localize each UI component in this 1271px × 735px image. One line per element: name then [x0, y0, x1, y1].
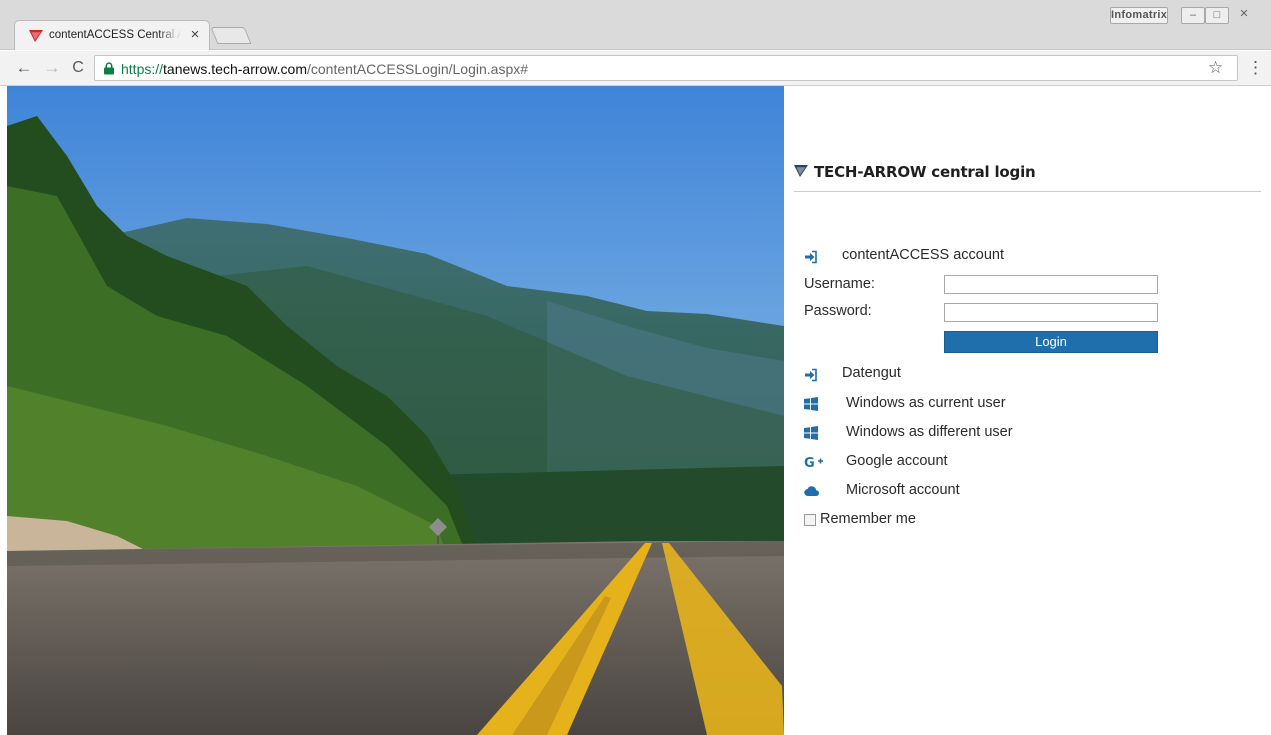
tech-arrow-logo-icon — [29, 30, 43, 42]
hero-landscape-image — [7, 86, 784, 735]
browser-titlebar: contentACCESS Central Administration × I… — [0, 0, 1271, 50]
url-text[interactable]: https://tanews.tech-arrow.com/contentACC… — [121, 61, 528, 77]
bookmark-star-icon[interactable]: ☆ — [1208, 58, 1223, 78]
login-button[interactable]: Login — [944, 331, 1158, 353]
password-input[interactable] — [944, 303, 1158, 322]
browser-menu-icon[interactable]: ⋮ — [1247, 58, 1264, 78]
url-protocol: https:// — [121, 61, 164, 77]
google-plus-icon: G — [804, 456, 823, 469]
maximize-icon[interactable]: □ — [1205, 7, 1229, 24]
cloud-icon — [804, 486, 820, 497]
microsoft-account-link[interactable]: Microsoft account — [846, 482, 960, 498]
windows-icon — [804, 397, 818, 411]
profile-badge[interactable]: Infomatrix — [1110, 7, 1168, 24]
new-tab-button[interactable] — [210, 27, 252, 44]
forward-arrow-icon[interactable]: → — [42, 58, 62, 78]
tab-title: contentACCESS Central Administration — [49, 29, 181, 41]
login-panel: TECH-ARROW central login contentACCESS a… — [784, 86, 1271, 735]
windows-current-user-link[interactable]: Windows as current user — [846, 395, 1006, 411]
page-content: TECH-ARROW central login contentACCESS a… — [0, 86, 1271, 735]
tech-arrow-logo-icon — [794, 165, 808, 177]
minimize-icon[interactable]: – — [1181, 7, 1205, 24]
remember-me-label[interactable]: Remember me — [820, 511, 916, 527]
windows-icon — [804, 426, 818, 440]
datengut-login-link[interactable]: Datengut — [842, 365, 901, 381]
back-arrow-icon[interactable]: ← — [14, 58, 34, 78]
lock-icon — [104, 62, 114, 75]
svg-text:G: G — [804, 456, 815, 469]
reload-icon[interactable]: C — [68, 58, 88, 78]
address-bar[interactable]: https://tanews.tech-arrow.com/contentACC… — [94, 55, 1238, 81]
login-title: TECH-ARROW central login — [814, 163, 1036, 181]
username-label: Username: — [804, 276, 875, 292]
contentaccess-account-label: contentACCESS account — [842, 247, 1005, 263]
password-label: Password: — [804, 303, 872, 319]
window-close-icon[interactable]: ✕ — [1229, 7, 1259, 24]
url-path: /contentACCESSLogin/Login.aspx# — [306, 61, 529, 77]
remember-me-checkbox[interactable] — [804, 514, 816, 526]
tab-close-icon[interactable]: × — [187, 27, 203, 43]
google-account-link[interactable]: Google account — [846, 453, 948, 469]
browser-tab[interactable]: contentACCESS Central Administration × — [14, 20, 210, 50]
url-host: tanews.tech-arrow.com — [163, 61, 307, 77]
browser-toolbar: ← → C https://tanews.tech-arrow.com/cont… — [0, 51, 1271, 86]
login-header: TECH-ARROW central login — [794, 162, 1261, 192]
sign-in-icon — [805, 250, 817, 264]
sign-in-icon — [805, 368, 817, 382]
username-input[interactable] — [944, 275, 1158, 294]
windows-different-user-link[interactable]: Windows as different user — [846, 424, 1013, 440]
